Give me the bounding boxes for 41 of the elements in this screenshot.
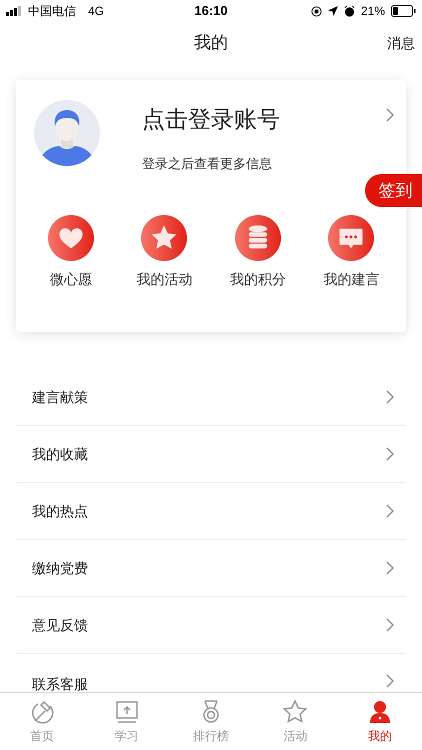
upload-screen-icon bbox=[114, 699, 140, 725]
page-title: 我的 bbox=[194, 32, 228, 54]
menu-label: 联系客服 bbox=[32, 675, 88, 694]
tab-item[interactable]: 我的 bbox=[338, 693, 422, 750]
battery-icon bbox=[391, 5, 416, 17]
alarm-clock-icon bbox=[344, 6, 355, 16]
chevron-right-icon bbox=[386, 108, 394, 122]
menu-row[interactable]: 联系客服 bbox=[16, 654, 406, 692]
shortcut-label[interactable]: 我的活动 bbox=[136, 269, 192, 290]
coin-stack-icon bbox=[234, 215, 281, 261]
menu-label: 缴纳党费 bbox=[32, 558, 88, 578]
chevron-right-icon bbox=[386, 561, 394, 575]
star-icon bbox=[282, 699, 308, 725]
network-type: 4G bbox=[88, 3, 104, 20]
menu-label: 我的热点 bbox=[32, 502, 88, 520]
battery-percent: 21% bbox=[360, 3, 385, 20]
chevron-right-icon bbox=[386, 504, 394, 518]
menu-row[interactable]: 建言献策 bbox=[16, 369, 406, 426]
menu-row[interactable]: 我的收藏 bbox=[16, 426, 406, 483]
menu-row[interactable]: 缴纳党费 bbox=[16, 540, 406, 597]
menu-label: 建言献策 bbox=[32, 388, 88, 406]
chevron-right-icon bbox=[386, 447, 394, 461]
carrier-name: 中国电信 bbox=[28, 3, 76, 20]
shortcut-label[interactable]: 我的建言 bbox=[323, 269, 380, 290]
shortcut-label[interactable]: 我的积分 bbox=[230, 269, 286, 290]
signal-icon bbox=[6, 6, 24, 16]
menu-label: 意见反馈 bbox=[32, 616, 88, 634]
messages-button[interactable]: 消息 bbox=[387, 32, 415, 54]
login-prompt[interactable]: 点击登录账号 bbox=[142, 102, 386, 136]
chevron-right-icon bbox=[386, 674, 394, 688]
menu-row[interactable]: 意见反馈 bbox=[16, 597, 406, 654]
chevron-right-icon bbox=[386, 390, 394, 404]
location-arrow-icon bbox=[328, 6, 338, 16]
menu-label: 我的收藏 bbox=[32, 444, 88, 464]
chevron-right-icon bbox=[386, 618, 394, 632]
shortcut-label[interactable]: 微心愿 bbox=[50, 269, 92, 290]
menu-row[interactable]: 我的热点 bbox=[16, 483, 406, 540]
check-in-button[interactable]: 签到 bbox=[365, 174, 422, 207]
login-hint: 登录之后查看更多信息 bbox=[142, 154, 273, 172]
chat-bubble-icon bbox=[328, 215, 374, 261]
clock-time: 16:10 bbox=[194, 2, 228, 20]
